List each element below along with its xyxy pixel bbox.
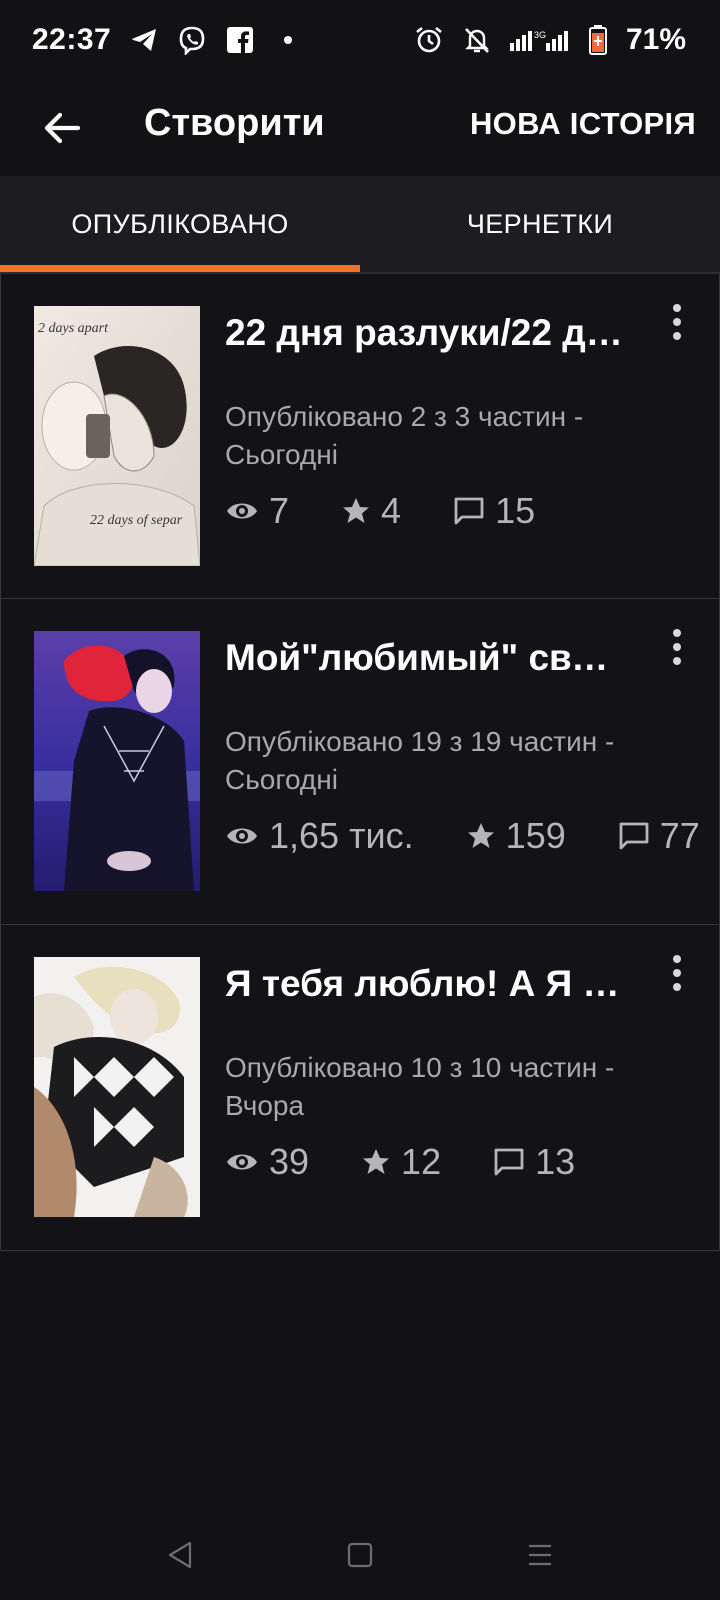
facebook-icon [225, 25, 255, 55]
tab-drafts[interactable]: ЧЕРНЕТКИ [360, 176, 720, 272]
recents-nav-icon[interactable] [510, 1525, 570, 1585]
story-card[interactable]: 2 days apart 22 days of separ 22 дня раз… [0, 273, 720, 599]
views-count: 7 [269, 490, 290, 531]
mute-icon [462, 25, 492, 55]
status-bar: 22:37 3G 71% [0, 0, 720, 80]
story-title[interactable]: 22 дня разлуки/22 дня разлуки [225, 312, 625, 354]
votes-stat: 12 [361, 1141, 441, 1183]
story-card[interactable]: Я тебя люблю! А Я Нет! Опубліковано 10 з… [0, 925, 720, 1251]
home-nav-icon[interactable] [330, 1525, 390, 1585]
new-story-button[interactable]: НОВА ІСТОРІЯ [470, 106, 696, 142]
status-left: 22:37 [32, 23, 303, 57]
eye-icon [227, 503, 257, 519]
comment-icon [619, 822, 649, 850]
votes-stat: 4 [341, 490, 401, 532]
alarm-icon [414, 25, 444, 55]
cover-text-bottom: 22 days of separ [90, 513, 183, 528]
arrow-left-icon [44, 112, 81, 144]
battery-icon [588, 25, 608, 55]
star-icon [467, 823, 494, 848]
app-bar: Створити НОВА ІСТОРІЯ [0, 80, 720, 176]
comments-count: 77 [659, 815, 700, 856]
star-icon [363, 1149, 390, 1174]
more-options-button[interactable] [665, 953, 689, 993]
comments-stat: 77 [618, 815, 700, 857]
story-list: 2 days apart 22 days of separ 22 дня раз… [0, 273, 720, 1251]
comment-icon [454, 497, 484, 525]
story-meta: Опубліковано 2 з 3 частин - Сьогодні [225, 401, 584, 470]
more-options-button[interactable] [665, 302, 689, 342]
comments-count: 13 [535, 1141, 576, 1182]
story-title[interactable]: Я тебя люблю! А Я Нет! [225, 963, 625, 1005]
star-icon [343, 498, 370, 523]
story-card[interactable]: Мой"любимый" сводный брат Опубліковано 1… [0, 599, 720, 925]
votes-count: 159 [505, 815, 566, 856]
cover-text-top: 2 days apart [38, 321, 109, 336]
battery-percent: 71% [625, 23, 686, 56]
eye-icon [227, 1154, 257, 1170]
story-meta: Опубліковано 10 з 10 частин - Вчора [225, 1052, 615, 1121]
comments-stat: 13 [493, 1141, 575, 1183]
signal-icon: 3G [509, 25, 570, 55]
status-time: 22:37 [32, 23, 112, 56]
status-right: 3G 71% [414, 23, 686, 57]
views-stat: 39 [225, 1141, 309, 1183]
story-cover-image[interactable] [34, 631, 200, 891]
tab-published[interactable]: ОПУБЛІКОВАНО [0, 176, 360, 272]
story-meta: Опубліковано 19 з 19 частин - Сьогодні [225, 726, 615, 795]
comment-icon [494, 1148, 524, 1176]
views-stat: 7 [225, 490, 289, 532]
comments-stat: 15 [453, 490, 535, 532]
votes-count: 4 [381, 490, 402, 531]
back-nav-icon[interactable] [150, 1525, 210, 1585]
story-cover-image[interactable]: 2 days apart 22 days of separ [34, 306, 200, 566]
votes-count: 12 [401, 1141, 442, 1182]
page-title: Створити [144, 102, 325, 144]
story-cover-image[interactable] [34, 957, 200, 1217]
viber-icon [177, 25, 207, 55]
system-nav-bar [0, 1510, 720, 1600]
back-button[interactable] [34, 100, 90, 156]
tabs: ОПУБЛІКОВАНО ЧЕРНЕТКИ [0, 176, 720, 272]
dot-icon [273, 25, 303, 55]
views-stat: 1,65 тис. [225, 815, 414, 857]
telegram-icon [129, 25, 159, 55]
votes-stat: 159 [466, 815, 566, 857]
views-count: 1,65 тис. [269, 815, 414, 856]
story-title[interactable]: Мой"любимый" сводный брат [225, 637, 625, 679]
comments-count: 15 [495, 490, 536, 531]
story-stats: 39 12 13 [225, 1141, 627, 1183]
more-options-button[interactable] [665, 627, 689, 667]
svg-text:3G: 3G [534, 30, 546, 40]
eye-icon [227, 828, 257, 844]
views-count: 39 [269, 1141, 310, 1182]
story-stats: 7 4 15 [225, 490, 587, 532]
story-stats: 1,65 тис. 159 77 [225, 815, 719, 857]
